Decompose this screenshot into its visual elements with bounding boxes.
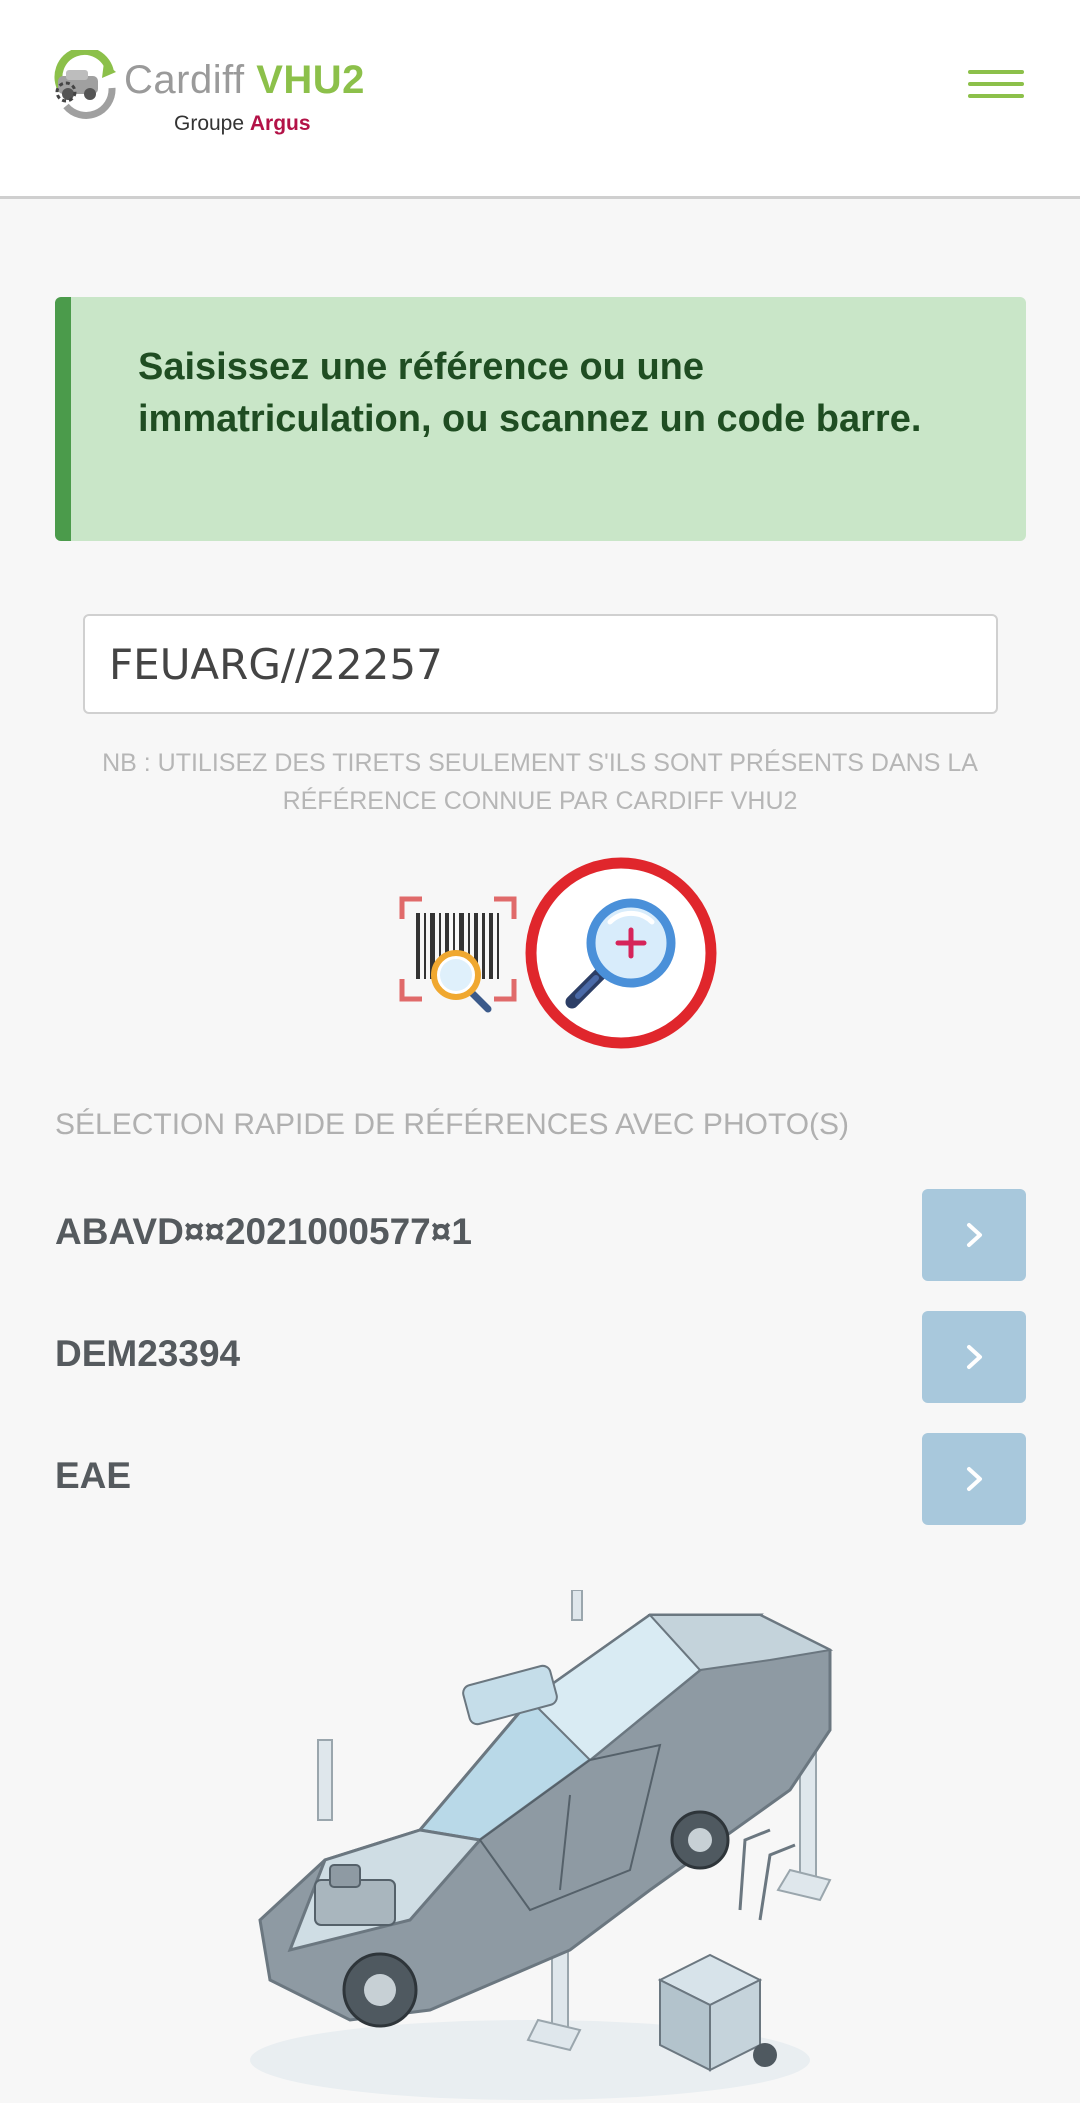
logo-wordmark: Cardiff VHU2 [124,58,365,102]
instruction-alert: Saisissez une référence ou une immatricu… [55,297,1026,541]
logo-car-recycle-icon [54,50,116,119]
hamburger-menu-icon[interactable] [968,70,1024,112]
magnifier-plus-icon[interactable] [520,852,722,1054]
logo-subtitle: Groupe Argus [174,112,311,135]
reference-label: ABAVD¤¤2021000577¤1 [55,1211,472,1252]
barcode-scan-icon[interactable] [398,895,518,1015]
list-item: DEM23394 [55,1311,1026,1403]
app-header: Cardiff VHU2 Groupe Argus [0,0,1080,199]
car-on-lift-illustration [250,1590,834,2100]
chevron-right-icon [967,1467,982,1491]
list-item: ABAVD¤¤2021000577¤1 [55,1189,1026,1281]
reference-input[interactable] [83,614,998,714]
chevron-right-icon [967,1223,982,1247]
open-reference-button[interactable] [922,1311,1026,1403]
reference-label: EAE [55,1455,132,1496]
instruction-text: Saisissez une référence ou une immatricu… [138,346,922,440]
open-reference-button[interactable] [922,1189,1026,1281]
reference-label: DEM23394 [55,1333,241,1374]
chevron-right-icon [967,1345,982,1369]
cardiff-vhu2-logo[interactable]: Cardiff VHU2 Groupe Argus [52,50,382,140]
list-item: EAE [55,1433,1026,1525]
hyphen-note: NB : Utilisez des tirets seulement s'ils… [102,749,978,815]
quick-selection-title: SÉLECTION RAPIDE DE RÉFÉRENCES AVEC PHOT… [55,1108,850,1141]
open-reference-button[interactable] [922,1433,1026,1525]
